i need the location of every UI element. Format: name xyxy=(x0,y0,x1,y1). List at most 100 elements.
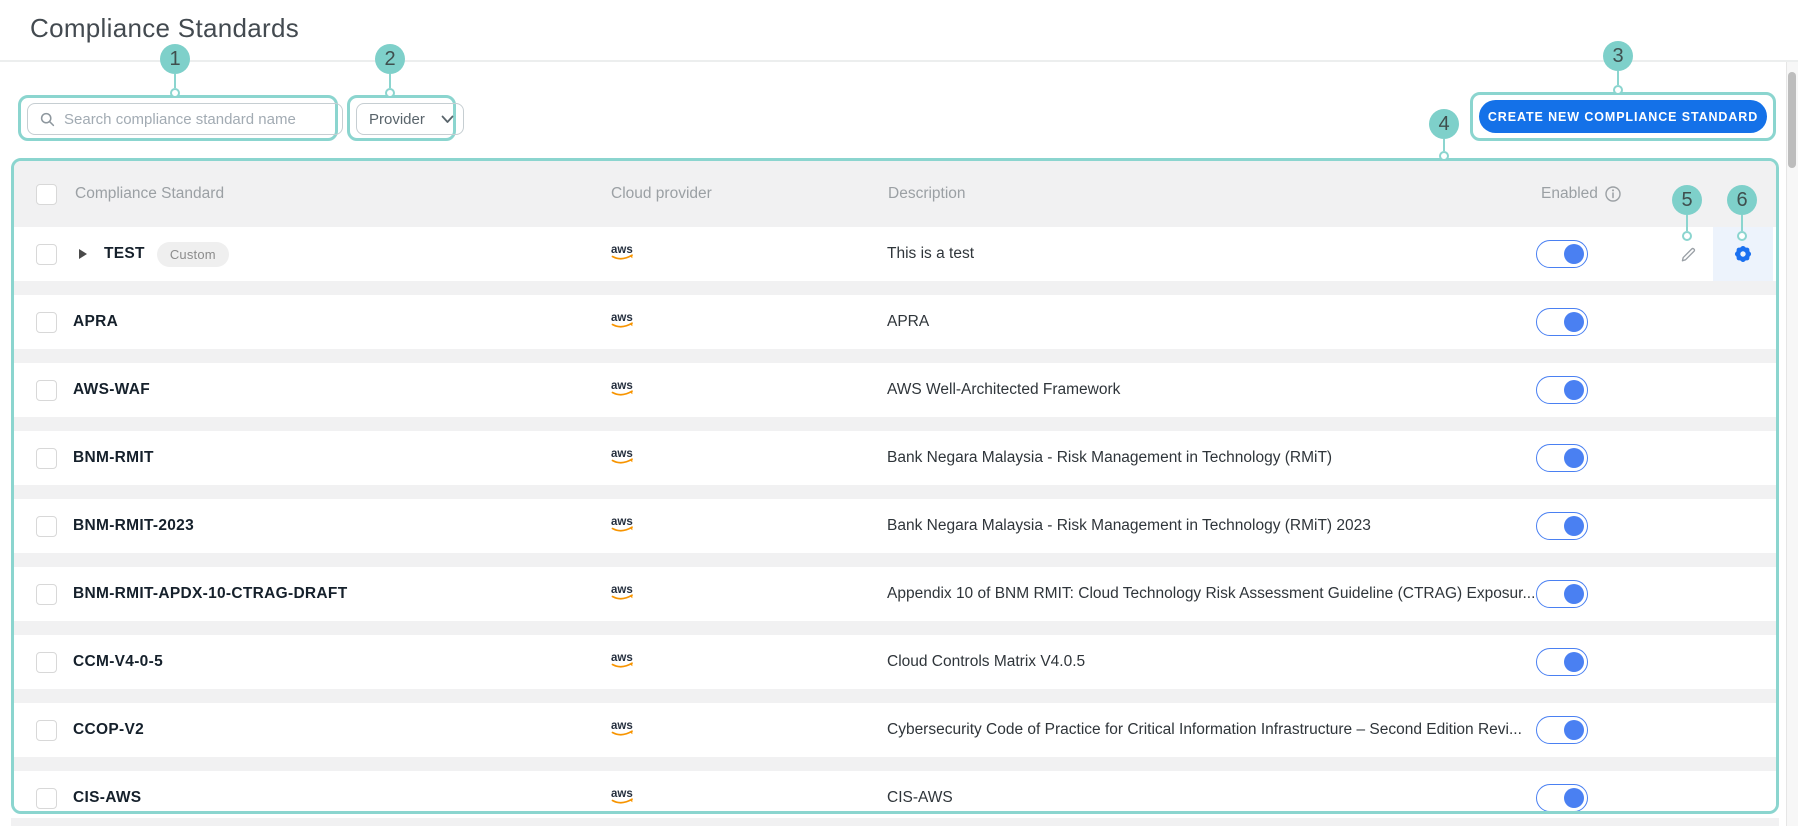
annotation-connector-line xyxy=(1617,71,1619,85)
row-checkbox[interactable] xyxy=(36,788,57,809)
table-header-row: Compliance Standard Cloud provider Descr… xyxy=(14,161,1776,227)
row-checkbox[interactable] xyxy=(36,652,57,673)
aws-provider-icon: aws xyxy=(609,650,637,675)
annotation-connector-line xyxy=(389,74,391,88)
standard-name: APRA xyxy=(73,313,119,330)
enabled-toggle[interactable] xyxy=(1536,648,1588,676)
toggle-knob xyxy=(1564,788,1584,808)
table-row: CCOP-V2 aws Cybersecurity Code of Practice… xyxy=(14,703,1776,757)
enabled-toggle[interactable] xyxy=(1536,784,1588,811)
column-header-provider: Cloud provider xyxy=(611,185,712,202)
select-all-checkbox[interactable] xyxy=(36,184,57,205)
aws-provider-icon: aws xyxy=(609,242,637,267)
enabled-toggle[interactable] xyxy=(1536,580,1588,608)
header-divider xyxy=(0,60,1798,62)
info-icon[interactable] xyxy=(1605,186,1621,202)
annotation-badge-2: 2 xyxy=(375,44,405,74)
column-header-enabled: Enabled xyxy=(1541,161,1621,227)
table-row: TEST Custom aws This is a test xyxy=(14,227,1776,281)
expand-row-icon[interactable] xyxy=(79,249,87,259)
cloud-provider-cell: aws xyxy=(609,567,637,621)
row-checkbox[interactable] xyxy=(36,312,57,333)
vertical-scrollbar-track xyxy=(1786,62,1798,826)
custom-tag-badge: Custom xyxy=(156,241,229,267)
svg-text:aws: aws xyxy=(611,448,633,460)
cloud-provider-cell: aws xyxy=(609,499,637,553)
description-cell: Appendix 10 of BNM RMIT: Cloud Technolog… xyxy=(887,567,1535,621)
cloud-provider-cell: aws xyxy=(609,227,637,281)
toggle-knob xyxy=(1564,380,1584,400)
description-text: CIS-AWS xyxy=(887,789,953,806)
aws-provider-icon: aws xyxy=(609,582,637,607)
table-bottom-gap xyxy=(11,818,1779,826)
table-row: AWS-WAF aws AWS Well-Architected Framework xyxy=(14,363,1776,417)
aws-provider-icon: aws xyxy=(609,446,637,471)
svg-text:aws: aws xyxy=(611,652,633,664)
standard-name-cell: APRA xyxy=(73,295,118,349)
standard-name-cell: CCOP-V2 xyxy=(73,703,144,757)
enabled-toggle[interactable] xyxy=(1536,376,1588,404)
description-text: Cybersecurity Code of Practice for Criti… xyxy=(887,721,1522,738)
vertical-scrollbar-thumb[interactable] xyxy=(1788,72,1796,168)
provider-select[interactable]: Provider xyxy=(356,103,464,135)
enabled-toggle[interactable] xyxy=(1536,240,1588,268)
enabled-toggle[interactable] xyxy=(1536,512,1588,540)
toggle-knob xyxy=(1564,312,1584,332)
row-checkbox[interactable] xyxy=(36,516,57,537)
description-text: Bank Negara Malaysia - Risk Management i… xyxy=(887,449,1333,466)
aws-provider-icon: aws xyxy=(609,378,637,403)
table-row: CCM-V4-0-5 aws Cloud Controls Matrix V4.0.… xyxy=(14,635,1776,689)
compliance-standards-table: Compliance Standard Cloud provider Descr… xyxy=(11,158,1779,814)
page-title: Compliance Standards xyxy=(30,13,300,43)
table-row: BNM-RMIT aws Bank Negara Malaysia - Risk M… xyxy=(14,431,1776,485)
aws-provider-icon: aws xyxy=(609,310,637,335)
description-cell: Bank Negara Malaysia - Risk Management i… xyxy=(887,499,1371,553)
aws-provider-icon: aws xyxy=(609,786,637,811)
cloud-provider-cell: aws xyxy=(609,771,637,811)
standard-name: CCOP-V2 xyxy=(73,721,145,738)
standard-name: CCM-V4-0-5 xyxy=(73,653,163,670)
standard-name: AWS-WAF xyxy=(73,381,151,398)
standard-name-cell: CCM-V4-0-5 xyxy=(73,635,163,689)
standard-name-cell: BNM-RMIT-APDX-10-CTRAG-DRAFT xyxy=(73,567,347,621)
toggle-knob xyxy=(1564,584,1584,604)
standard-name-cell: TEST Custom xyxy=(104,227,229,281)
row-checkbox[interactable] xyxy=(36,584,57,605)
annotation-connector-dot xyxy=(385,88,395,98)
svg-text:aws: aws xyxy=(611,516,633,528)
svg-text:aws: aws xyxy=(611,788,633,800)
row-checkbox[interactable] xyxy=(36,448,57,469)
standard-name-cell: BNM-RMIT-2023 xyxy=(73,499,194,553)
svg-text:aws: aws xyxy=(611,380,633,392)
aws-provider-icon: aws xyxy=(609,718,637,743)
standard-name: CIS-AWS xyxy=(73,789,142,806)
enabled-toggle[interactable] xyxy=(1536,308,1588,336)
svg-text:aws: aws xyxy=(611,312,633,324)
standard-name-cell: CIS-AWS xyxy=(73,771,142,811)
standard-name: BNM-RMIT-2023 xyxy=(73,517,195,534)
search-icon xyxy=(40,112,55,127)
create-new-compliance-standard-button[interactable]: CREATE NEW COMPLIANCE STANDARD xyxy=(1479,100,1767,133)
enabled-toggle[interactable] xyxy=(1536,716,1588,744)
chevron-down-icon xyxy=(441,115,454,124)
search-input[interactable]: Search compliance standard name xyxy=(27,103,343,135)
row-checkbox[interactable] xyxy=(36,380,57,401)
standard-name: BNM-RMIT xyxy=(73,449,154,466)
toggle-knob xyxy=(1564,720,1584,740)
row-checkbox[interactable] xyxy=(36,720,57,741)
description-cell: AWS Well-Architected Framework xyxy=(887,363,1120,417)
provider-highlight-box: Provider xyxy=(347,95,464,141)
toggle-knob xyxy=(1564,244,1584,264)
enabled-toggle[interactable] xyxy=(1536,444,1588,472)
provider-select-label: Provider xyxy=(369,110,425,128)
toggle-knob xyxy=(1564,516,1584,536)
row-checkbox[interactable] xyxy=(36,244,57,265)
standard-name: TEST xyxy=(104,245,145,262)
description-cell: Bank Negara Malaysia - Risk Management i… xyxy=(887,431,1332,485)
table-row: BNM-RMIT-APDX-10-CTRAG-DRAFT aws Appendix … xyxy=(14,567,1776,621)
annotation-connector-line xyxy=(1443,139,1445,151)
description-cell: This is a test xyxy=(887,227,974,281)
annotation-connector-dot xyxy=(1439,151,1449,161)
annotation-connector-line xyxy=(174,74,176,88)
toggle-knob xyxy=(1564,448,1584,468)
